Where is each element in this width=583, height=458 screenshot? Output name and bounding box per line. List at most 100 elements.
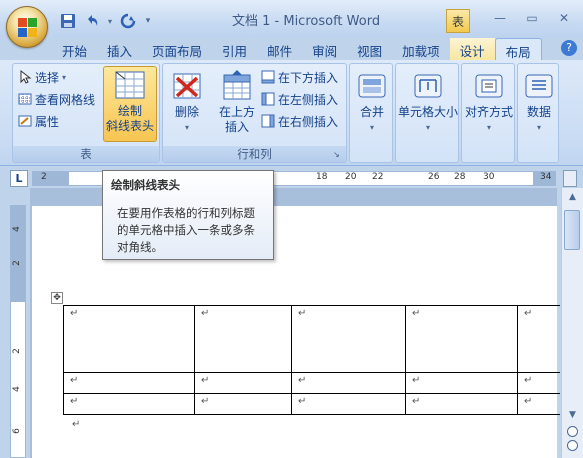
delete-button[interactable]: 删除 ▾ — [167, 70, 207, 135]
view-gridlines-button[interactable]: 查看网格线 — [18, 89, 95, 109]
insert-left-button[interactable]: 在左侧插入 — [261, 89, 338, 109]
redo-button[interactable] — [118, 11, 138, 31]
ribbon: 选择 ▾ 查看网格线 属性 绘制 斜线表头 表 删除 ▾ 在上方 插入 在下方插… — [0, 60, 583, 166]
table-cell[interactable]: ↵ — [291, 372, 406, 394]
draw-diagonal-label-2: 斜线表头 — [105, 119, 154, 133]
table-cell[interactable]: ↵ — [63, 305, 195, 373]
chevron-down-icon: ▾ — [184, 123, 189, 132]
save-icon — [61, 14, 75, 28]
table-cell[interactable]: ↵ — [194, 393, 292, 415]
vertical-scrollbar[interactable]: ▲ ▼ — [561, 188, 583, 458]
minimize-button[interactable]: — — [485, 8, 515, 28]
ruler-number: 34 — [540, 172, 552, 182]
table-cell[interactable]: ↵ — [291, 393, 406, 415]
select-button[interactable]: 选择 ▾ — [18, 67, 66, 87]
cell-size-button[interactable]: 单元格大小 ▾ — [398, 70, 458, 135]
table-move-handle-icon[interactable]: ✥ — [51, 292, 63, 304]
save-button[interactable] — [58, 11, 78, 31]
tab-insert[interactable]: 插入 — [97, 38, 142, 60]
chevron-down-icon: ▾ — [486, 123, 491, 132]
help-icon[interactable]: ? — [561, 40, 577, 56]
undo-dropdown-icon[interactable]: ▾ — [106, 11, 114, 31]
draw-diagonal-label-1: 绘制 — [117, 104, 142, 118]
document-table[interactable]: ↵ ↵ ↵ ↵ ↵ ↵ ↵ ↵ ↵ ↵ ↵ ↵ ↵ ↵ ↵ — [63, 305, 560, 415]
gridlines-label: 查看网格线 — [35, 92, 96, 107]
scroll-up-icon[interactable]: ▲ — [565, 192, 580, 207]
merge-group: 合并 ▾ — [349, 63, 393, 163]
table-cell[interactable]: ↵ — [517, 305, 560, 373]
insert-right-button[interactable]: 在右侧插入 — [261, 111, 338, 131]
tab-references[interactable]: 引用 — [212, 38, 257, 60]
data-button[interactable]: 数据 ▾ — [521, 70, 557, 135]
scrollbar-thumb[interactable] — [564, 210, 580, 250]
insert-above-label-2: 插入 — [224, 120, 249, 134]
cell-size-group: 单元格大小 ▾ — [395, 63, 459, 163]
table-cell[interactable]: ↵ — [63, 372, 195, 394]
draw-diagonal-header-button[interactable]: 绘制 斜线表头 — [103, 66, 157, 142]
office-button[interactable] — [6, 6, 48, 48]
rows-columns-group: 删除 ▾ 在上方 插入 在下方插入 在左侧插入 在右侧插入 行和列 ↘ — [162, 63, 347, 163]
diagonal-header-icon — [115, 71, 145, 99]
insert-below-label: 在下方插入 — [278, 70, 339, 85]
tab-page-layout[interactable]: 页面布局 — [142, 38, 212, 60]
dialog-launcher-icon[interactable]: ↘ — [333, 150, 343, 160]
undo-icon — [88, 15, 98, 26]
tab-design[interactable]: 设计 — [449, 38, 495, 60]
table-row: ↵ ↵ ↵ ↵ ↵ — [63, 305, 560, 373]
vruler-number: 4 — [11, 386, 22, 392]
vertical-ruler[interactable]: 4 2 2 4 6 — [10, 205, 26, 458]
table-cell[interactable]: ↵ — [405, 305, 518, 373]
previous-page-icon[interactable] — [567, 426, 578, 437]
select-browse-object-icon[interactable] — [567, 440, 578, 451]
scroll-down-icon[interactable]: ▼ — [565, 410, 580, 425]
table-cell[interactable]: ↵ — [517, 393, 560, 415]
tab-stop-selector[interactable]: L — [10, 170, 28, 187]
table-cell[interactable]: ↵ — [405, 393, 518, 415]
cell-size-icon — [414, 74, 442, 98]
merge-button[interactable]: 合并 ▾ — [354, 70, 390, 135]
merge-cells-icon — [358, 74, 386, 98]
select-arrow-icon — [20, 70, 32, 84]
alignment-button[interactable]: 对齐方式 ▾ — [463, 70, 515, 135]
tab-home[interactable]: 开始 — [52, 38, 97, 60]
table-cell[interactable]: ↵ — [63, 393, 195, 415]
maximize-button[interactable]: ▭ — [517, 8, 547, 28]
tab-add-ins[interactable]: 加载项 — [392, 38, 450, 60]
tab-review[interactable]: 审阅 — [302, 38, 347, 60]
properties-button[interactable]: 属性 — [18, 111, 59, 131]
close-button[interactable]: ✕ — [549, 8, 579, 28]
data-group: 数据 ▾ — [517, 63, 559, 163]
gridlines-icon — [18, 93, 32, 105]
table-cell[interactable]: ↵ — [194, 305, 292, 373]
tab-view[interactable]: 视图 — [347, 38, 392, 60]
ruler-number: 30 — [483, 172, 495, 182]
chevron-down-icon: ▾ — [62, 72, 67, 82]
vruler-number: 2 — [11, 260, 22, 266]
insert-right-icon — [261, 114, 275, 128]
view-ruler-toggle-icon[interactable] — [563, 170, 577, 187]
window-controls: — ▭ ✕ — [485, 8, 579, 28]
rows-columns-group-label: 行和列 — [163, 146, 346, 162]
quick-access-toolbar: ▾ ▾ — [58, 10, 154, 32]
insert-above-button[interactable]: 在上方 插入 — [213, 70, 261, 135]
ruler-number: 2 — [41, 172, 47, 182]
table-cell[interactable]: ↵ — [194, 372, 292, 394]
chevron-down-icon: ▾ — [425, 123, 430, 132]
table-cell[interactable]: ↵ — [291, 305, 406, 373]
tooltip: 绘制斜线表头 在要用作表格的行和列标题的单元格中插入一条或多条对角线。 — [102, 170, 274, 260]
ruler-number: 20 — [345, 172, 357, 182]
tooltip-body: 在要用作表格的行和列标题的单元格中插入一条或多条对角线。 — [117, 206, 255, 254]
customize-qat-icon[interactable]: ▾ — [142, 11, 154, 31]
insert-below-button[interactable]: 在下方插入 — [261, 67, 338, 87]
undo-button[interactable] — [82, 11, 102, 31]
alignment-icon — [475, 74, 503, 98]
tab-layout[interactable]: 布局 — [494, 38, 542, 60]
table-cell[interactable]: ↵ — [405, 372, 518, 394]
alignment-label: 对齐方式 — [464, 105, 513, 119]
table-group-label: 表 — [13, 146, 159, 162]
vruler-number: 6 — [11, 428, 22, 434]
table-cell[interactable]: ↵ — [517, 372, 560, 394]
office-logo-icon — [18, 18, 38, 38]
tab-mailings[interactable]: 邮件 — [257, 38, 302, 60]
ruler-number: 22 — [372, 172, 384, 182]
